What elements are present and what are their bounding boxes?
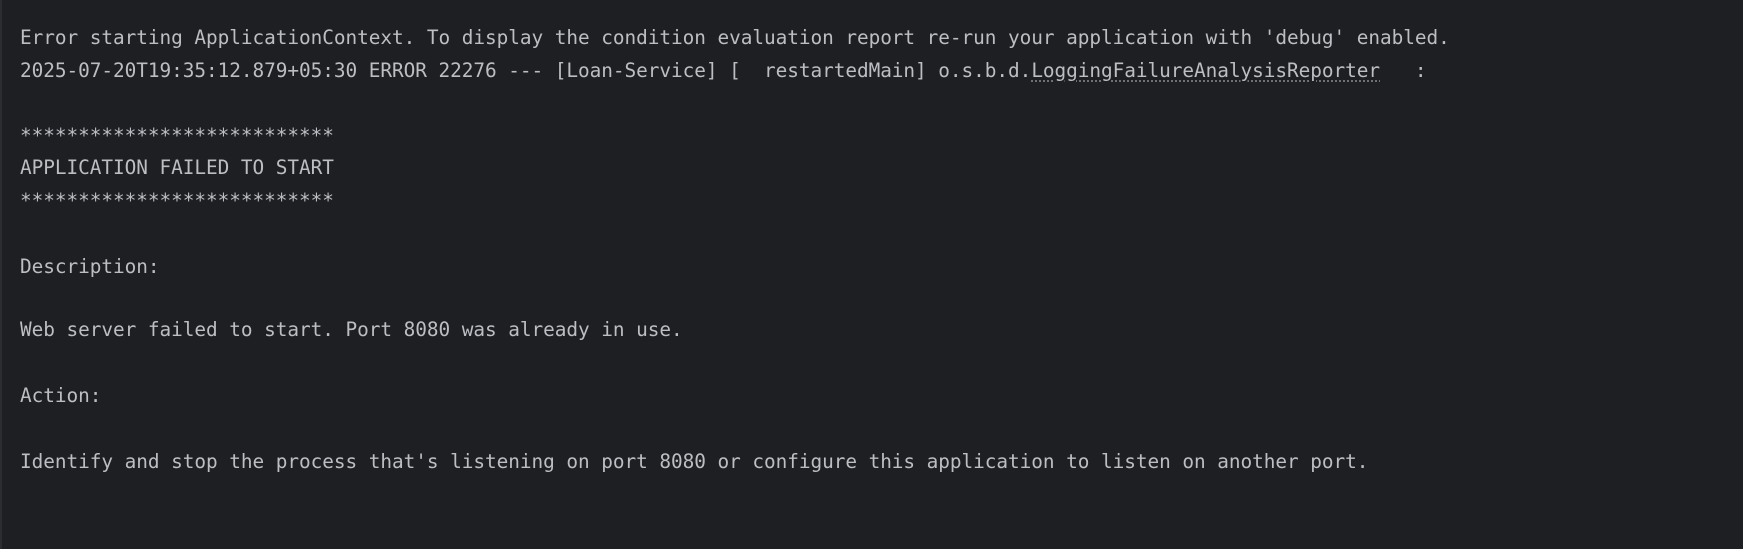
- log-suffix: :: [1380, 59, 1427, 82]
- failed-title: APPLICATION FAILED TO START: [20, 156, 334, 179]
- action-label: Action:: [20, 384, 102, 407]
- description-label: Description:: [20, 255, 160, 278]
- error-message-line: Error starting ApplicationContext. To di…: [20, 26, 1450, 49]
- logger-class-link[interactable]: LoggingFailureAnalysisReporter: [1031, 59, 1380, 82]
- log-prefix: 2025-07-20T19:35:12.879+05:30 ERROR 2227…: [20, 59, 1032, 82]
- action-text: Identify and stop the process that's lis…: [20, 450, 1369, 473]
- stars-bottom: ***************************: [20, 189, 334, 212]
- log-line: 2025-07-20T19:35:12.879+05:30 ERROR 2227…: [20, 59, 1427, 83]
- stars-top: ***************************: [20, 124, 334, 147]
- console-output: Error starting ApplicationContext. To di…: [20, 0, 1743, 549]
- description-text: Web server failed to start. Port 8080 wa…: [20, 318, 683, 341]
